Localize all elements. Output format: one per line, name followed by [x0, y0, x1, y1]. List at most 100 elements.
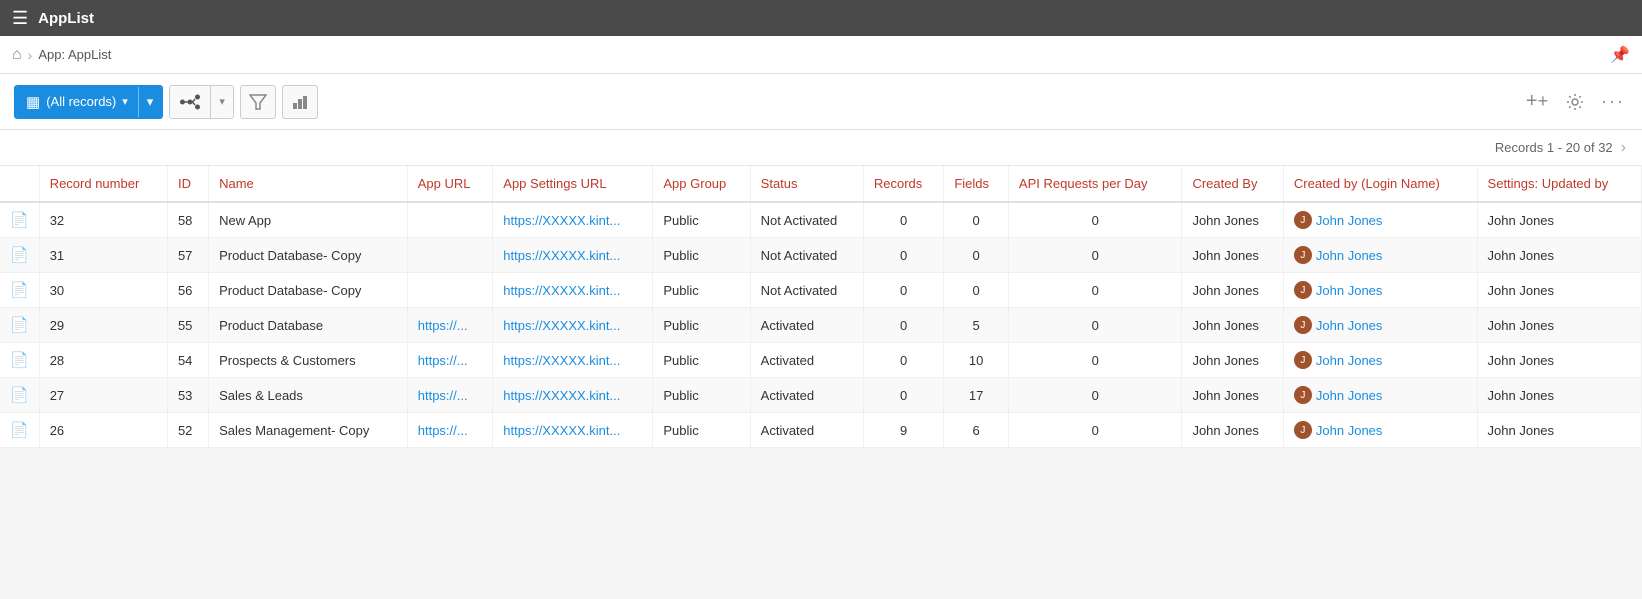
- cell-created-by: John Jones: [1182, 413, 1283, 448]
- view-selector-inner[interactable]: ▦ (All records) ▾: [16, 87, 138, 117]
- cell-fields: 0: [944, 273, 1009, 308]
- col-fields[interactable]: Fields: [944, 166, 1009, 202]
- menu-icon[interactable]: ☰: [12, 8, 28, 29]
- app-url-link[interactable]: https://...: [418, 318, 468, 333]
- row-document-icon: 📄: [10, 387, 29, 404]
- cell-app-settings-url[interactable]: https://XXXXX.kint...: [493, 378, 653, 413]
- login-name-link[interactable]: John Jones: [1316, 318, 1383, 333]
- table-wrapper: Record number ID Name App URL App Settin…: [0, 166, 1642, 448]
- cell-app-settings-url[interactable]: https://XXXXX.kint...: [493, 202, 653, 238]
- cell-fields: 17: [944, 378, 1009, 413]
- table-row[interactable]: 📄2854Prospects & Customershttps://...htt…: [0, 343, 1642, 378]
- next-page-arrow[interactable]: ›: [1621, 139, 1626, 157]
- table-row[interactable]: 📄3157Product Database- Copyhttps://XXXXX…: [0, 238, 1642, 273]
- cell-fields: 0: [944, 202, 1009, 238]
- cell-created-by-login[interactable]: J John Jones: [1283, 343, 1477, 378]
- cell-app-settings-url[interactable]: https://XXXXX.kint...: [493, 413, 653, 448]
- cell-settings-updated-by: John Jones: [1477, 202, 1641, 238]
- app-url-link[interactable]: https://...: [418, 388, 468, 403]
- cell-records: 0: [863, 378, 944, 413]
- cell-fields: 5: [944, 308, 1009, 343]
- cell-app-settings-url[interactable]: https://XXXXX.kint...: [493, 273, 653, 308]
- cell-app-group: Public: [653, 202, 750, 238]
- table-row[interactable]: 📄2955Product Databasehttps://...https://…: [0, 308, 1642, 343]
- settings-button[interactable]: [1560, 87, 1590, 117]
- cell-settings-updated-by: John Jones: [1477, 343, 1641, 378]
- network-dropdown-arrow[interactable]: ▾: [210, 86, 233, 118]
- cell-id: 52: [167, 413, 208, 448]
- filter-button[interactable]: [240, 85, 276, 119]
- login-name-link[interactable]: John Jones: [1316, 283, 1383, 298]
- app-url-link[interactable]: https://...: [418, 423, 468, 438]
- cell-status: Activated: [750, 378, 863, 413]
- cell-id: 55: [167, 308, 208, 343]
- cell-name: Product Database: [209, 308, 408, 343]
- col-settings-updated-by[interactable]: Settings: Updated by: [1477, 166, 1641, 202]
- more-button[interactable]: ···: [1598, 87, 1628, 117]
- app-settings-url-link[interactable]: https://XXXXX.kint...: [503, 213, 620, 228]
- cell-created-by-login[interactable]: JJohn Jones: [1283, 238, 1477, 273]
- cell-app-group: Public: [653, 308, 750, 343]
- cell-app-url[interactable]: https://...: [407, 308, 493, 343]
- col-id[interactable]: ID: [167, 166, 208, 202]
- cell-app-url[interactable]: https://...: [407, 413, 493, 448]
- cell-api-requests: 0: [1008, 238, 1182, 273]
- cell-created-by-login[interactable]: JJohn Jones: [1283, 413, 1477, 448]
- cell-app-settings-url[interactable]: https://XXXXX.kint...: [493, 308, 653, 343]
- chart-button[interactable]: [282, 85, 318, 119]
- cell-app-url[interactable]: https://...: [407, 343, 493, 378]
- col-app-settings-url[interactable]: App Settings URL: [493, 166, 653, 202]
- app-settings-url-link[interactable]: https://XXXXX.kint...: [503, 423, 620, 438]
- network-button[interactable]: ▾: [169, 85, 234, 119]
- cell-api-requests: 0: [1008, 378, 1182, 413]
- col-app-group[interactable]: App Group: [653, 166, 750, 202]
- col-records[interactable]: Records: [863, 166, 944, 202]
- col-app-url[interactable]: App URL: [407, 166, 493, 202]
- home-icon[interactable]: ⌂: [12, 46, 22, 64]
- login-name-link[interactable]: John Jones: [1316, 213, 1383, 228]
- col-record-number[interactable]: Record number: [39, 166, 167, 202]
- login-name-link[interactable]: John Jones: [1316, 423, 1383, 438]
- app-settings-url-link[interactable]: https://XXXXX.kint...: [503, 353, 620, 368]
- cell-app-url[interactable]: [407, 202, 493, 238]
- cell-created-by-login[interactable]: JJohn Jones: [1283, 273, 1477, 308]
- table-row[interactable]: 📄3056Product Database- Copyhttps://XXXXX…: [0, 273, 1642, 308]
- app-settings-url-link[interactable]: https://XXXXX.kint...: [503, 318, 620, 333]
- app-url-link[interactable]: https://...: [418, 353, 468, 368]
- cell-app-group: Public: [653, 343, 750, 378]
- login-name-link[interactable]: John Jones: [1316, 388, 1383, 403]
- login-name-link[interactable]: John Jones: [1316, 248, 1383, 263]
- row-icon-cell: 📄: [0, 202, 39, 238]
- view-more-dropdown[interactable]: ▾: [138, 87, 162, 117]
- table-row[interactable]: 📄2753Sales & Leadshttps://...https://XXX…: [0, 378, 1642, 413]
- app-settings-url-link[interactable]: https://XXXXX.kint...: [503, 388, 620, 403]
- col-name[interactable]: Name: [209, 166, 408, 202]
- table-row[interactable]: 📄3258New Apphttps://XXXXX.kint...PublicN…: [0, 202, 1642, 238]
- cell-created-by-login[interactable]: JJohn Jones: [1283, 308, 1477, 343]
- cell-app-settings-url[interactable]: https://XXXXX.kint...: [493, 238, 653, 273]
- avatar: J: [1294, 351, 1312, 369]
- cell-app-url[interactable]: [407, 273, 493, 308]
- cell-app-url[interactable]: [407, 238, 493, 273]
- view-selector[interactable]: ▦ (All records) ▾ ▾: [14, 85, 163, 119]
- cell-id: 56: [167, 273, 208, 308]
- cell-created-by-login[interactable]: JJohn Jones: [1283, 202, 1477, 238]
- col-api-requests[interactable]: API Requests per Day: [1008, 166, 1182, 202]
- cell-app-settings-url[interactable]: https://XXXXX.kint...: [493, 343, 653, 378]
- cell-settings-updated-by: John Jones: [1477, 378, 1641, 413]
- cell-created-by-login[interactable]: JJohn Jones: [1283, 378, 1477, 413]
- app-settings-url-link[interactable]: https://XXXXX.kint...: [503, 283, 620, 298]
- login-name-link[interactable]: John Jones: [1316, 353, 1383, 368]
- cell-app-group: Public: [653, 238, 750, 273]
- cell-app-url[interactable]: https://...: [407, 378, 493, 413]
- cell-name: Product Database- Copy: [209, 238, 408, 273]
- col-status[interactable]: Status: [750, 166, 863, 202]
- col-created-by-login[interactable]: Created by (Login Name): [1283, 166, 1477, 202]
- app-table: Record number ID Name App URL App Settin…: [0, 166, 1642, 448]
- table-row[interactable]: 📄2652Sales Management- Copyhttps://...ht…: [0, 413, 1642, 448]
- cell-record-number: 31: [39, 238, 167, 273]
- add-button[interactable]: + +: [1522, 87, 1552, 117]
- app-settings-url-link[interactable]: https://XXXXX.kint...: [503, 248, 620, 263]
- col-created-by[interactable]: Created By: [1182, 166, 1283, 202]
- pin-icon[interactable]: 📌: [1610, 45, 1630, 65]
